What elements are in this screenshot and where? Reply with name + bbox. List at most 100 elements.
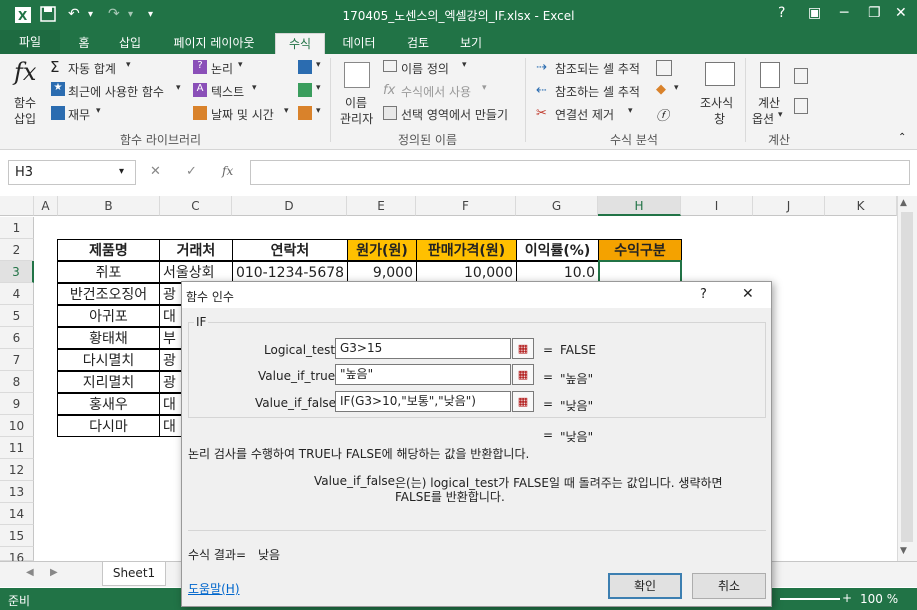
help-link[interactable]: 도움말(H)	[188, 580, 240, 597]
zoom-in-icon[interactable]: +	[842, 591, 852, 605]
show-formulas-icon[interactable]	[656, 60, 672, 76]
insert-function-label-2[interactable]: 삽입	[14, 110, 36, 127]
dialog-help-button[interactable]: ?	[700, 287, 707, 302]
ribbon-display-icon[interactable]: ▣	[808, 5, 821, 21]
column-header[interactable]: D	[232, 196, 347, 216]
text-func-icon[interactable]: A	[193, 83, 207, 97]
table-cell[interactable]: 쥐포	[57, 261, 160, 283]
table-cell[interactable]: 광	[159, 349, 183, 371]
calc-options-label-2[interactable]: 옵션	[752, 110, 774, 127]
tab-review[interactable]: 검토	[390, 33, 446, 54]
insert-function-icon[interactable]: fx	[14, 58, 36, 86]
collapse-ribbon-icon[interactable]: ⌃	[898, 132, 906, 143]
column-header[interactable]: B	[58, 196, 160, 216]
scroll-up-icon[interactable]: ▲	[900, 198, 907, 208]
financial-icon[interactable]	[51, 106, 65, 120]
header-cell[interactable]: 제품명	[57, 239, 160, 261]
row-header-selected[interactable]: 3	[0, 261, 34, 283]
table-cell[interactable]: 10,000	[416, 261, 517, 283]
table-cell[interactable]: 부	[159, 327, 183, 349]
name-manager-label-2[interactable]: 관리자	[340, 110, 373, 127]
name-box[interactable]: H3	[8, 160, 136, 185]
ok-button[interactable]: 확인	[608, 573, 682, 599]
watch-window-label-1[interactable]: 조사식	[700, 94, 733, 111]
autosum-dropdown-icon[interactable]: ▾	[126, 60, 131, 70]
zoom-level[interactable]: 100 %	[860, 592, 898, 606]
financial-dropdown-icon[interactable]: ▾	[96, 106, 101, 116]
row-header[interactable]: 13	[0, 481, 34, 503]
remove-arrows-dropdown-icon[interactable]: ▾	[628, 106, 633, 116]
error-checking-dropdown-icon[interactable]: ▾	[674, 83, 679, 93]
logical-test-input[interactable]: G3>15	[335, 338, 511, 359]
insert-function-label-1[interactable]: 함수	[14, 94, 36, 111]
watch-window-icon[interactable]	[705, 62, 735, 86]
select-all-corner[interactable]	[0, 196, 34, 216]
trace-precedents-button[interactable]: 참조되는 셀 추적	[555, 60, 640, 77]
table-cell[interactable]: 황태채	[57, 327, 160, 349]
tab-home[interactable]: 홈	[62, 33, 106, 54]
row-header[interactable]: 2	[0, 239, 34, 261]
header-cell[interactable]: 원가(원)	[347, 239, 417, 261]
lookup-dropdown-icon[interactable]: ▾	[316, 60, 321, 70]
autosum-button[interactable]: 자동 합계	[68, 60, 116, 77]
lookup-icon[interactable]	[298, 60, 312, 74]
define-name-button[interactable]: 이름 정의	[401, 60, 449, 77]
table-cell[interactable]: 지리멸치	[57, 371, 160, 393]
autosum-icon[interactable]: Σ	[50, 58, 59, 76]
table-cell[interactable]: 010-1234-5678	[232, 261, 348, 283]
table-cell[interactable]: 10.0	[516, 261, 599, 283]
column-header[interactable]: E	[347, 196, 416, 216]
row-header[interactable]: 11	[0, 437, 34, 459]
error-checking-icon[interactable]: ◆	[656, 82, 666, 97]
table-cell[interactable]: 홍새우	[57, 393, 160, 415]
header-cell[interactable]: 판매가격(원)	[416, 239, 517, 261]
row-header[interactable]: 1	[0, 217, 34, 239]
header-cell[interactable]: 거래처	[159, 239, 233, 261]
collapse-dialog-icon[interactable]: ▦	[512, 338, 534, 359]
tab-file[interactable]: 파일	[0, 30, 60, 54]
calculate-now-icon[interactable]	[794, 68, 808, 84]
table-cell[interactable]: 대	[159, 415, 183, 437]
table-cell[interactable]: 반건조오징어	[57, 283, 160, 305]
row-header[interactable]: 15	[0, 525, 34, 547]
name-box-dropdown-icon[interactable]: ▾	[119, 166, 124, 177]
row-header[interactable]: 9	[0, 393, 34, 415]
logical-icon[interactable]: ?	[193, 60, 207, 74]
create-from-selection-button[interactable]: 선택 영역에서 만들기	[401, 106, 508, 123]
table-cell[interactable]: 다시멸치	[57, 349, 160, 371]
column-header[interactable]: J	[753, 196, 825, 216]
table-cell[interactable]: 대	[159, 305, 183, 327]
tab-data[interactable]: 데이터	[330, 33, 388, 54]
tab-page-layout[interactable]: 페이지 레이아웃	[158, 33, 270, 54]
watch-window-label-2[interactable]: 창	[714, 110, 725, 127]
table-cell[interactable]: 9,000	[347, 261, 417, 283]
table-cell[interactable]: 아귀포	[57, 305, 160, 327]
column-header-selected[interactable]: H	[598, 196, 681, 216]
cancel-icon[interactable]: ✕	[150, 164, 161, 179]
restore-button[interactable]: ❐	[868, 5, 881, 21]
help-button[interactable]: ?	[778, 5, 785, 21]
trace-precedents-icon[interactable]: ⇢	[536, 60, 547, 75]
datetime-dropdown-icon[interactable]: ▾	[284, 106, 289, 116]
formula-input[interactable]	[250, 160, 910, 185]
collapse-dialog-icon[interactable]: ▦	[512, 391, 534, 412]
row-header[interactable]: 6	[0, 327, 34, 349]
create-from-selection-icon[interactable]	[383, 106, 397, 120]
header-cell[interactable]: 이익률(%)	[516, 239, 599, 261]
value-if-true-input[interactable]: "높음"	[335, 364, 511, 385]
column-header[interactable]: G	[516, 196, 598, 216]
dialog-close-button[interactable]: ✕	[742, 286, 754, 302]
column-header[interactable]: F	[416, 196, 516, 216]
recent-functions-icon[interactable]: ★	[51, 82, 65, 96]
scroll-down-icon[interactable]: ▼	[900, 546, 907, 556]
math-trig-icon[interactable]	[298, 83, 312, 97]
next-sheet-icon[interactable]: ▶	[50, 567, 58, 578]
trace-dependents-button[interactable]: 참조하는 셀 추적	[555, 83, 640, 100]
more-dropdown-icon[interactable]: ▾	[316, 106, 321, 116]
column-header[interactable]: I	[681, 196, 753, 216]
value-if-false-input[interactable]: IF(G3>10,"보통","낮음")	[335, 391, 511, 412]
define-name-dropdown-icon[interactable]: ▾	[462, 60, 467, 70]
close-button[interactable]: ✕	[895, 5, 907, 21]
column-header[interactable]: A	[34, 196, 58, 216]
table-cell[interactable]: 광	[159, 371, 183, 393]
